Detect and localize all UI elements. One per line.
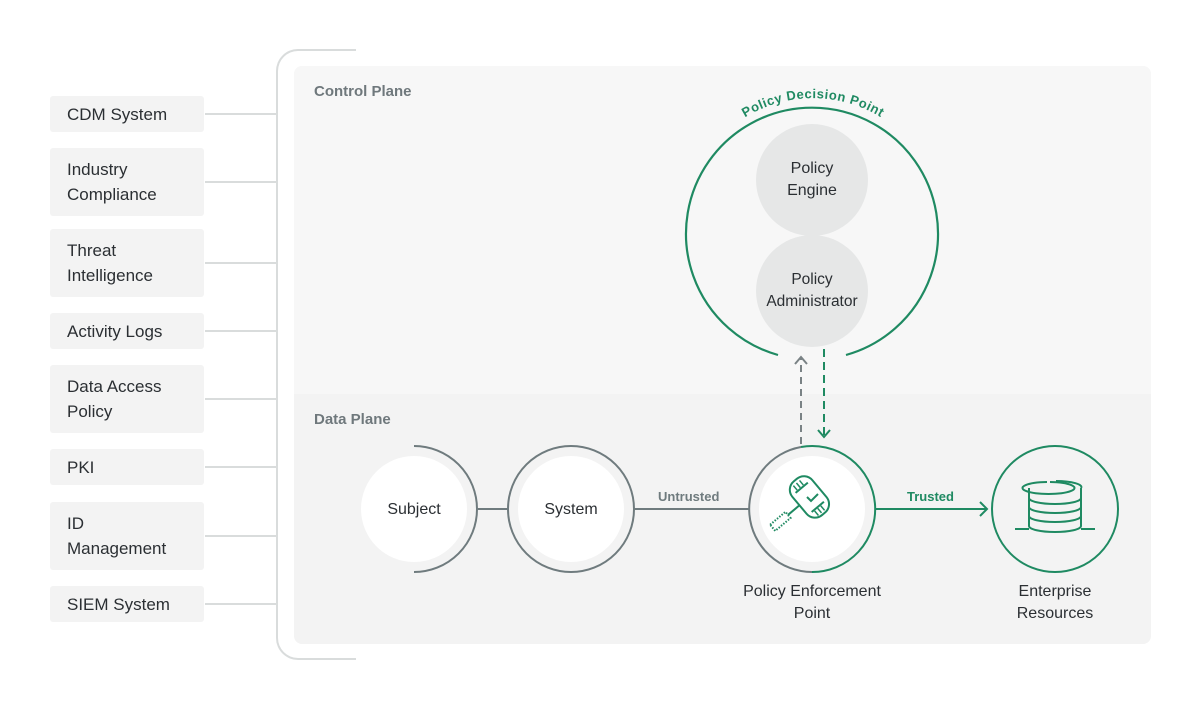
policy-engine-label: Policy Engine [787, 160, 837, 199]
trusted-label: Trusted [907, 489, 954, 504]
untrusted-label: Untrusted [658, 489, 720, 504]
pdp-title: Policy Decision Point [739, 86, 887, 120]
resources-node [991, 445, 1119, 573]
system-label: System [544, 501, 598, 518]
pep-label: Policy Enforcement Point [743, 583, 881, 622]
policy-administrator-label: Policy Administrator [766, 271, 858, 310]
subject-label: Subject [387, 501, 441, 518]
database-icon [1015, 480, 1095, 533]
resources-label: Enterprise Resources [1016, 583, 1094, 622]
pep-node-fill [759, 456, 865, 562]
arrowhead-up-icon [794, 355, 808, 365]
